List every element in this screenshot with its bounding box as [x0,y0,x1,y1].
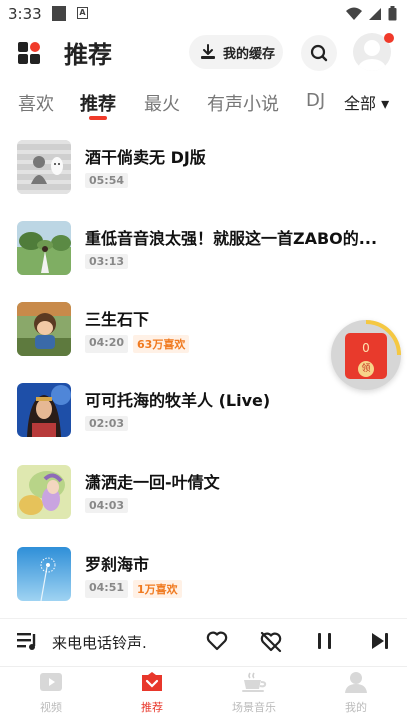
song-likes-badge: 63万喜欢 [133,335,190,353]
nav-scene-music[interactable]: 场景音乐 [214,671,294,715]
playlist-icon[interactable] [17,631,39,651]
recommend-icon [142,672,162,691]
category-tabs: 喜欢 推荐 最火 有声小说 DJ 全部 ▾ [0,86,407,120]
tab-likes[interactable]: 喜欢 [18,90,54,116]
profile-icon [345,672,367,693]
dislike-icon[interactable] [260,631,282,653]
song-item[interactable]: 重低音音浪太强！就服这一首ZABO的... 03:13 [0,213,407,283]
pause-icon[interactable] [316,631,334,651]
tab-recommend[interactable]: 推荐 [80,90,116,116]
all-categories-dropdown[interactable]: 全部 ▾ [340,90,390,114]
tab-audiobooks[interactable]: 有声小说 [207,90,279,116]
battery-icon [388,6,397,21]
song-title: 潇洒走一回-叶倩文 [85,473,220,492]
red-envelope-count: 0 [362,341,370,355]
song-title: 酒干倘卖无 DJ版 [85,148,206,167]
app-notification-icon: A [77,7,88,19]
status-time: 3:33 [8,5,42,23]
song-duration: 05:54 [85,173,129,188]
nav-scene-music-label: 场景音乐 [232,701,276,714]
app-logo-icon[interactable] [18,42,42,64]
my-cache-label: 我的缓存 [223,46,276,62]
song-cover-image [17,547,71,601]
video-icon [40,673,62,691]
wifi-icon [346,7,362,20]
song-title: 三生石下 [85,310,150,329]
nav-video[interactable]: 视频 [11,671,91,715]
song-item[interactable]: 罗刹海市 04:51 1万喜欢 [0,539,407,609]
song-title: 重低音音浪太强！就服这一首ZABO的... [85,229,378,248]
download-icon [201,44,215,59]
my-cache-button[interactable]: 我的缓存 [189,35,283,69]
page-title: 推荐 [64,41,112,69]
nav-recommend-label: 推荐 [141,701,163,714]
song-duration: 03:13 [85,254,129,269]
like-heart-icon[interactable] [206,631,228,651]
next-track-icon[interactable] [370,631,390,651]
nav-mine-label: 我的 [345,701,367,714]
song-likes-badge: 1万喜欢 [133,580,182,598]
song-cover-image [17,383,71,437]
signal-icon [369,7,381,20]
app-header: 推荐 我的缓存 [0,30,407,76]
nav-mine[interactable]: 我的 [316,671,396,715]
notification-icon [52,6,66,21]
song-duration: 04:20 [85,335,129,353]
red-envelope-widget[interactable]: 0 领 [331,320,401,390]
red-envelope-icon: 0 领 [345,333,387,379]
now-playing-title[interactable]: 来电电话铃声. [52,632,147,653]
song-cover-image [17,465,71,519]
bottom-navigation: 视频 推荐 场景音乐 我的 [0,666,407,723]
coffee-cup-icon [242,672,267,692]
tab-hottest[interactable]: 最火 [144,90,180,116]
song-duration: 02:03 [85,416,129,431]
search-button[interactable] [301,35,337,71]
active-tab-indicator [89,116,107,120]
song-item[interactable]: 潇洒走一回-叶倩文 04:03 [0,457,407,527]
nav-video-label: 视频 [40,701,62,714]
search-icon [310,44,328,62]
song-title: 罗刹海市 [85,555,150,574]
song-duration: 04:51 [85,580,129,598]
song-duration: 04:03 [85,498,129,513]
mini-player: 来电电话铃声. [0,618,407,664]
status-bar: 3:33 A [0,0,407,30]
song-title: 可可托海的牧羊人 (Live) [85,391,271,410]
song-cover-image [17,302,71,356]
red-envelope-seal: 领 [358,361,374,377]
tab-dj[interactable]: DJ [306,90,325,111]
song-cover-image [17,140,71,194]
song-cover-image [17,221,71,275]
song-item[interactable]: 酒干倘卖无 DJ版 05:54 [0,132,407,202]
notification-dot [384,33,394,43]
nav-recommend[interactable]: 推荐 [112,671,192,715]
